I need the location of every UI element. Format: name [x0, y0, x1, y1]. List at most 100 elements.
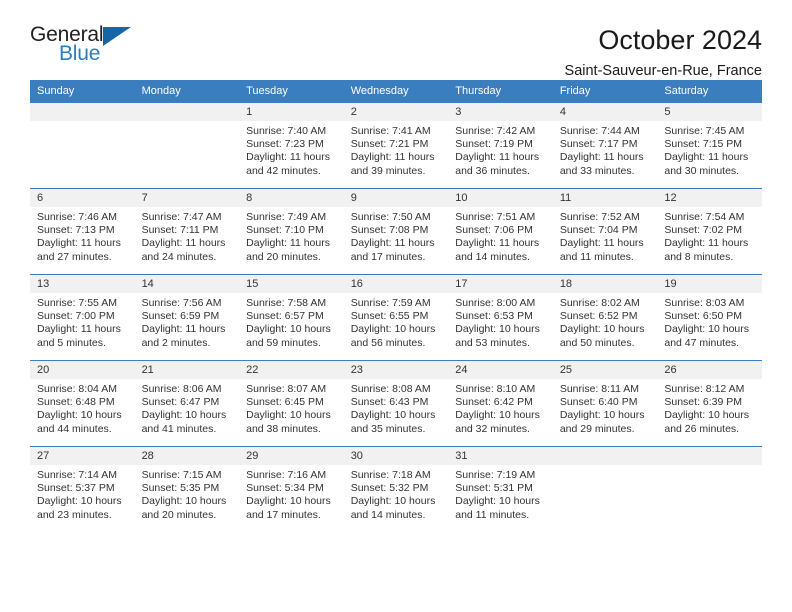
calendar-day-cell[interactable]: 11 Sunrise: 7:52 AM Sunset: 7:04 PM Dayligh…: [552, 188, 658, 275]
daylight-duration: Daylight: 10 hours and 32 minutes.: [455, 409, 540, 435]
calendar-day-cell[interactable]: 9 Sunrise: 7:50 AM Sunset: 7:08 PM Daylight…: [343, 188, 449, 275]
calendar-week-row: 1 Sunrise: 7:40 AM Sunset: 7:23 PM Daylight…: [30, 102, 762, 189]
day-cell-inner: 4 Sunrise: 7:44 AM Sunset: 7:17 PM Daylight…: [552, 103, 658, 188]
calendar-day-cell[interactable]: 28 Sunrise: 7:15 AM Sunset: 5:35 PM Dayligh…: [134, 446, 240, 533]
calendar-day-cell[interactable]: 5 Sunrise: 7:45 AM Sunset: 7:15 PM Daylight…: [657, 102, 762, 189]
day-details: Sunrise: 7:46 AM Sunset: 7:13 PM Daylight:…: [30, 207, 135, 264]
calendar-day-cell[interactable]: 18 Sunrise: 8:02 AM Sunset: 6:52 PM Dayligh…: [552, 274, 658, 361]
daylight-duration: Daylight: 10 hours and 35 minutes.: [350, 409, 436, 435]
sunrise-time: Sunrise: 8:03 AM: [664, 297, 745, 309]
sunrise-time: Sunrise: 7:56 AM: [141, 297, 222, 309]
calendar-day-cell[interactable]: 10 Sunrise: 7:51 AM Sunset: 7:06 PM Dayligh…: [448, 188, 553, 275]
daylight-duration: Daylight: 10 hours and 17 minutes.: [246, 495, 331, 521]
day-details: Sunrise: 7:41 AM Sunset: 7:21 PM Daylight:…: [344, 121, 449, 178]
calendar-week-row: 6 Sunrise: 7:46 AM Sunset: 7:13 PM Daylight…: [30, 188, 762, 275]
sunrise-time: Sunrise: 8:00 AM: [455, 297, 536, 309]
calendar-day-cell[interactable]: 12 Sunrise: 7:54 AM Sunset: 7:02 PM Dayligh…: [657, 188, 762, 275]
calendar-week-row: 27 Sunrise: 7:14 AM Sunset: 5:37 PM Dayligh…: [30, 446, 762, 533]
day-number: 25: [552, 361, 658, 379]
sunrise-time: Sunrise: 8:11 AM: [559, 383, 639, 395]
sunset-time: Sunset: 7:17 PM: [559, 138, 638, 151]
calendar-day-cell[interactable]: 20 Sunrise: 8:04 AM Sunset: 6:48 PM Dayligh…: [30, 360, 135, 447]
sunset-time: Sunset: 6:53 PM: [455, 310, 533, 323]
calendar-day-cell[interactable]: 14 Sunrise: 7:56 AM Sunset: 6:59 PM Dayligh…: [134, 274, 240, 361]
sunset-time: Sunset: 6:43 PM: [350, 396, 429, 409]
sunset-time: Sunset: 5:35 PM: [141, 482, 220, 495]
day-details: Sunrise: 7:40 AM Sunset: 7:23 PM Daylight:…: [239, 121, 344, 178]
calendar-day-cell[interactable]: 16 Sunrise: 7:59 AM Sunset: 6:55 PM Dayligh…: [343, 274, 449, 361]
calendar-day-cell[interactable]: 8 Sunrise: 7:49 AM Sunset: 7:10 PM Daylight…: [239, 188, 344, 275]
day-details: Sunrise: 7:15 AM Sunset: 5:35 PM Daylight:…: [135, 465, 240, 522]
calendar-day-cell[interactable]: 1 Sunrise: 7:40 AM Sunset: 7:23 PM Daylight…: [239, 102, 344, 189]
calendar-day-cell[interactable]: 26 Sunrise: 8:12 AM Sunset: 6:39 PM Dayligh…: [657, 360, 762, 447]
day-number: 29: [239, 447, 344, 465]
calendar-day-cell[interactable]: 31 Sunrise: 7:19 AM Sunset: 5:31 PM Dayligh…: [448, 446, 553, 533]
day-details: Sunrise: 8:06 AM Sunset: 6:47 PM Daylight:…: [135, 379, 240, 436]
calendar-day-cell[interactable]: 22 Sunrise: 8:07 AM Sunset: 6:45 PM Dayligh…: [239, 360, 344, 447]
page-title: October 2024: [598, 25, 762, 55]
sunrise-time: Sunrise: 7:46 AM: [37, 211, 117, 223]
daylight-duration: Daylight: 10 hours and 14 minutes.: [350, 495, 436, 521]
title-block: October 2024 Saint-Sauveur-en-Rue, Franc…: [564, 24, 762, 80]
day-cell-inner: 5 Sunrise: 7:45 AM Sunset: 7:15 PM Daylight…: [657, 103, 762, 188]
daylight-duration: Daylight: 11 hours and 24 minutes.: [141, 237, 226, 263]
sunrise-time: Sunrise: 8:06 AM: [141, 383, 222, 395]
day-cell-inner: 24 Sunrise: 8:10 AM Sunset: 6:42 PM Dayligh…: [448, 361, 553, 446]
day-number: 15: [239, 275, 344, 293]
sunrise-time: Sunrise: 7:18 AM: [350, 469, 431, 481]
day-number: 4: [552, 103, 658, 121]
sunset-time: Sunset: 7:08 PM: [350, 224, 429, 237]
daylight-duration: Daylight: 10 hours and 56 minutes.: [350, 323, 436, 349]
calendar-day-cell[interactable]: 4 Sunrise: 7:44 AM Sunset: 7:17 PM Daylight…: [552, 102, 658, 189]
day-number: 17: [448, 275, 553, 293]
calendar-day-cell[interactable]: 3 Sunrise: 7:42 AM Sunset: 7:19 PM Daylight…: [448, 102, 553, 189]
weekday-header-friday: Friday: [552, 80, 658, 103]
day-cell-inner: 30 Sunrise: 7:18 AM Sunset: 5:32 PM Dayligh…: [343, 447, 449, 533]
day-number: 28: [134, 447, 240, 465]
daylight-duration: Daylight: 11 hours and 11 minutes.: [559, 237, 644, 263]
sunrise-time: Sunrise: 7:50 AM: [350, 211, 431, 223]
calendar-day-cell[interactable]: 6 Sunrise: 7:46 AM Sunset: 7:13 PM Daylight…: [30, 188, 135, 275]
calendar-day-cell[interactable]: 24 Sunrise: 8:10 AM Sunset: 6:42 PM Dayligh…: [448, 360, 553, 447]
day-cell-inner: 22 Sunrise: 8:07 AM Sunset: 6:45 PM Dayligh…: [239, 361, 344, 446]
calendar-week-row: 20 Sunrise: 8:04 AM Sunset: 6:48 PM Dayligh…: [30, 360, 762, 447]
calendar-day-cell[interactable]: 21 Sunrise: 8:06 AM Sunset: 6:47 PM Dayligh…: [134, 360, 240, 447]
sunrise-time: Sunrise: 7:55 AM: [37, 297, 117, 309]
calendar-day-cell[interactable]: 7 Sunrise: 7:47 AM Sunset: 7:11 PM Daylight…: [134, 188, 240, 275]
calendar-day-cell[interactable]: 29 Sunrise: 7:16 AM Sunset: 5:34 PM Dayligh…: [239, 446, 344, 533]
sunset-time: Sunset: 6:52 PM: [559, 310, 638, 323]
day-cell-inner: [134, 103, 240, 188]
day-number: 21: [134, 361, 240, 379]
calendar-day-cell[interactable]: 30 Sunrise: 7:18 AM Sunset: 5:32 PM Dayligh…: [343, 446, 449, 533]
sunrise-time: Sunrise: 7:58 AM: [246, 297, 327, 309]
calendar-day-cell[interactable]: 25 Sunrise: 8:11 AM Sunset: 6:40 PM Dayligh…: [552, 360, 658, 447]
day-number: 26: [657, 361, 762, 379]
sunrise-time: Sunrise: 7:52 AM: [559, 211, 640, 223]
sunrise-time: Sunrise: 7:54 AM: [664, 211, 745, 223]
day-cell-inner: 15 Sunrise: 7:58 AM Sunset: 6:57 PM Dayligh…: [239, 275, 344, 360]
generalblue-logo[interactable]: General Blue: [30, 24, 140, 70]
day-details: Sunrise: 8:02 AM Sunset: 6:52 PM Daylight:…: [553, 293, 658, 350]
sunrise-sunset-calendar: Sunday Monday Tuesday Wednesday Thursday…: [30, 80, 762, 533]
calendar-day-cell[interactable]: 15 Sunrise: 7:58 AM Sunset: 6:57 PM Dayligh…: [239, 274, 344, 361]
day-details: Sunrise: 7:44 AM Sunset: 7:17 PM Daylight:…: [553, 121, 658, 178]
daylight-duration: Daylight: 11 hours and 42 minutes.: [246, 151, 330, 177]
daylight-duration: Daylight: 11 hours and 8 minutes.: [664, 237, 749, 263]
calendar-day-cell[interactable]: 2 Sunrise: 7:41 AM Sunset: 7:21 PM Daylight…: [343, 102, 449, 189]
day-number: 30: [343, 447, 449, 465]
day-cell-inner: 26 Sunrise: 8:12 AM Sunset: 6:39 PM Dayligh…: [657, 361, 762, 446]
day-number: 5: [657, 103, 762, 121]
day-cell-inner: 29 Sunrise: 7:16 AM Sunset: 5:34 PM Dayligh…: [239, 447, 344, 533]
sunset-time: Sunset: 7:02 PM: [664, 224, 743, 237]
calendar-day-cell[interactable]: 23 Sunrise: 8:08 AM Sunset: 6:43 PM Dayligh…: [343, 360, 449, 447]
calendar-day-cell[interactable]: 13 Sunrise: 7:55 AM Sunset: 7:00 PM Dayligh…: [30, 274, 135, 361]
day-details: Sunrise: 8:08 AM Sunset: 6:43 PM Daylight:…: [344, 379, 449, 436]
calendar-day-cell[interactable]: 19 Sunrise: 8:03 AM Sunset: 6:50 PM Dayligh…: [657, 274, 762, 361]
page-subtitle: Saint-Sauveur-en-Rue, France: [564, 63, 762, 80]
weekday-header-wednesday: Wednesday: [343, 80, 449, 103]
day-cell-inner: [552, 447, 658, 533]
calendar-day-cell[interactable]: 17 Sunrise: 8:00 AM Sunset: 6:53 PM Dayligh…: [448, 274, 553, 361]
day-details: Sunrise: 7:42 AM Sunset: 7:19 PM Daylight:…: [448, 121, 553, 178]
calendar-day-cell[interactable]: 27 Sunrise: 7:14 AM Sunset: 5:37 PM Dayligh…: [30, 446, 135, 533]
day-cell-inner: 14 Sunrise: 7:56 AM Sunset: 6:59 PM Dayligh…: [134, 275, 240, 360]
